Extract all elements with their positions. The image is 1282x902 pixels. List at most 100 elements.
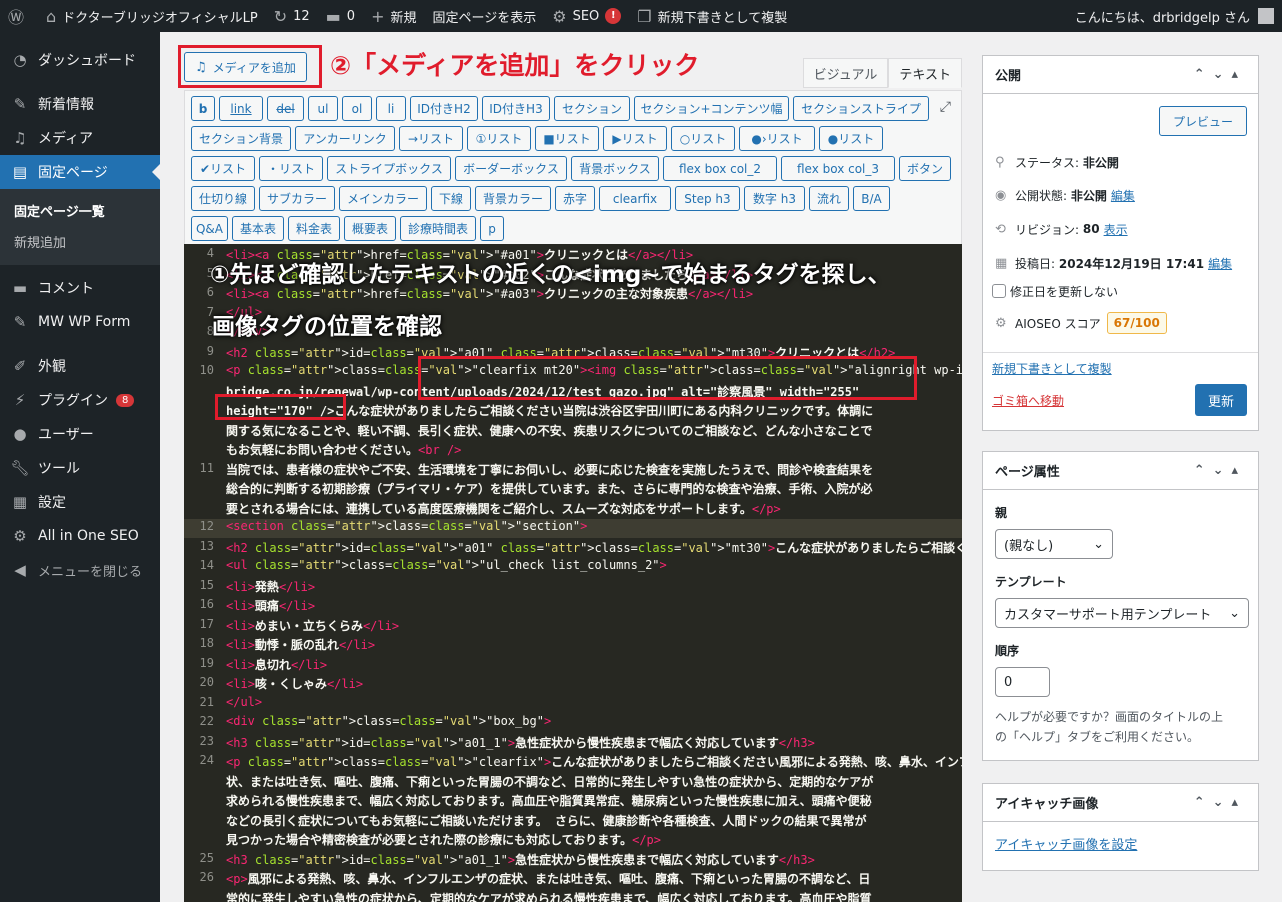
quicktag-button[interactable]: ID付きH3 (482, 96, 550, 121)
quicktag-button[interactable]: clearfix (599, 186, 671, 211)
quicktag-button[interactable]: link (219, 96, 263, 121)
seo-menu[interactable]: ⚙ SEO! (544, 0, 629, 32)
code-line[interactable]: 23 <h3 class="attr">id=class="val">"a01_1… (184, 734, 962, 753)
code-line[interactable]: 状、または吐き気、嘔吐、腹痛、下痢といった胃腸の不調など、日常的に発生しやすい急… (184, 773, 962, 792)
quicktag-button[interactable]: ▶リスト (603, 126, 667, 151)
quicktag-button[interactable]: p (480, 216, 504, 241)
wordpress-logo[interactable]: Ⓦ (0, 0, 38, 32)
menu-users[interactable]: ● ユーザー (0, 417, 160, 451)
edit-visibility-link[interactable]: 編集 (1111, 187, 1135, 204)
quicktag-button[interactable]: セクションストライプ (793, 96, 929, 121)
quicktag-button[interactable]: メインカラー (339, 186, 427, 211)
order-input[interactable]: 0 (995, 667, 1050, 697)
quicktag-button[interactable]: ■リスト (535, 126, 599, 151)
code-line[interactable]: などの長引く症状についてもお気軽にご相談いただけます。 さらに、健康診断や各種検… (184, 812, 962, 831)
tab-text[interactable]: テキスト (888, 58, 962, 88)
duplicate-draft-link[interactable]: ❐ 新規下書きとして複製 (629, 0, 795, 32)
code-line[interactable]: 関する気になることや、軽い不調、長引く症状、健康への不安、疾患リスクについてのご… (184, 422, 962, 441)
quicktag-button[interactable]: 背景カラー (475, 186, 551, 211)
code-line[interactable]: 21 </ul> (184, 695, 962, 714)
quicktag-button[interactable]: Q&A (191, 216, 228, 241)
quicktag-button[interactable]: →リスト (399, 126, 463, 151)
code-line[interactable]: 13 <h2 class="attr">id=class="val">"a01" … (184, 539, 962, 558)
quicktag-button[interactable]: 基本表 (232, 216, 284, 241)
updates-link[interactable]: ↻ 12 (266, 0, 318, 32)
code-line[interactable]: 求められる慢性疾患まで、幅広く対応しております。高血圧や脂質異常症、糖尿病といっ… (184, 792, 962, 811)
set-featured-image-link[interactable]: アイキャッチ画像を設定 (995, 838, 1137, 853)
quicktag-button[interactable]: 赤字 (555, 186, 595, 211)
quicktag-button[interactable]: セクション背景 (191, 126, 291, 151)
code-line[interactable]: 26 <p>風邪による発熱、咳、鼻水、インフルエンザの症状、または吐き気、嘔吐、腹… (184, 870, 962, 889)
quicktag-button[interactable]: ・リスト (259, 156, 323, 181)
menu-media[interactable]: ♫ メディア (0, 121, 160, 155)
comments-link[interactable]: ▬ 0 (318, 0, 363, 32)
quicktag-button[interactable]: b (191, 96, 215, 121)
quicktag-button[interactable]: ●リスト (819, 126, 883, 151)
quicktag-button[interactable]: ol (342, 96, 372, 121)
quicktag-button[interactable]: ボーダーボックス (455, 156, 567, 181)
menu-comments[interactable]: ▬ コメント (0, 271, 160, 305)
panel-controls[interactable]: ⌃⌄▴ (1194, 463, 1246, 478)
code-line[interactable]: 17 <li>めまい・立ちくらみ</li> (184, 617, 962, 636)
quicktag-button[interactable]: 料金表 (288, 216, 340, 241)
quicktag-button[interactable]: 仕切り線 (191, 186, 255, 211)
code-line[interactable]: 総合的に判断する初期診療（プライマリ・ケア）を提供しています。また、さらに専門的… (184, 480, 962, 499)
quicktag-button[interactable]: 数字 h3 (744, 186, 805, 211)
quicktag-button[interactable]: B/A (853, 186, 890, 211)
parent-select[interactable]: (親なし) ⌄ (995, 529, 1113, 559)
code-line[interactable]: 見つかった場合や精密検査が必要とされた際の診療にも対応しております。</p> (184, 831, 962, 850)
quicktag-button[interactable]: flex box col_2 (663, 156, 777, 181)
code-editor[interactable]: 4 <li><a class="attr">href=class="val">"#… (184, 244, 962, 902)
fullscreen-icon[interactable]: ⤢ (940, 99, 951, 115)
view-page-link[interactable]: 固定ページを表示 (424, 0, 544, 32)
quicktag-button[interactable]: 流れ (809, 186, 849, 211)
template-select[interactable]: カスタマーサポート用テンプレート ⌄ (995, 598, 1249, 628)
code-line[interactable]: 常的に発生しやすい急性の症状から、定期的なケアが求められる慢性疾患まで、幅広く対… (184, 890, 962, 902)
panel-controls[interactable]: ⌃⌄▴ (1194, 67, 1246, 82)
trash-link[interactable]: ゴミ箱へ移動 (992, 392, 1064, 409)
quicktag-button[interactable]: ✔リスト (191, 156, 255, 181)
menu-appearance[interactable]: ✐ 外観 (0, 349, 160, 383)
menu-plugins[interactable]: ⚡ プラグイン 8 (0, 383, 160, 417)
aioseo-score[interactable]: 67/100 (1106, 312, 1167, 334)
code-line[interactable]: 24 <p class="attr">class=class="val">"cle… (184, 753, 962, 772)
quicktag-button[interactable]: Step h3 (675, 186, 740, 211)
preview-button[interactable]: プレビュー (1159, 106, 1247, 136)
quicktag-button[interactable]: 下線 (431, 186, 471, 211)
code-line[interactable]: 12 <section class="attr">class=class="val… (184, 519, 962, 538)
duplicate-draft-link[interactable]: 新規下書きとして複製 (992, 360, 1112, 377)
tab-visual[interactable]: ビジュアル (802, 58, 889, 88)
menu-settings[interactable]: ▦ 設定 (0, 485, 160, 519)
quicktag-button[interactable]: 背景ボックス (571, 156, 659, 181)
code-line[interactable]: 16 <li>頭痛</li> (184, 597, 962, 616)
quicktag-button[interactable]: ul (308, 96, 338, 121)
quicktag-button[interactable]: ○リスト (671, 126, 735, 151)
menu-pages[interactable]: ▤ 固定ページ (0, 155, 160, 189)
quicktag-button[interactable]: セクション (554, 96, 630, 121)
edit-date-link[interactable]: 編集 (1208, 255, 1232, 272)
menu-dashboard[interactable]: ◔ ダッシュボード (0, 43, 160, 77)
quicktag-button[interactable]: ボタン (899, 156, 951, 181)
submenu-add-new[interactable]: 新規追加 (0, 226, 160, 257)
my-account[interactable]: こんにちは、drbridgelp さん (1075, 7, 1282, 26)
quicktag-button[interactable]: アンカーリンク (295, 126, 395, 151)
code-line[interactable]: 25 <h3 class="attr">id=class="val">"a01_1… (184, 851, 962, 870)
collapse-menu-button[interactable]: ◀ メニューを閉じる (0, 553, 160, 587)
menu-mw-wp-form[interactable]: ✎ MW WP Form (0, 305, 160, 339)
quicktag-button[interactable]: セクション+コンテンツ幅 (634, 96, 789, 121)
code-line[interactable]: もお気軽にお問い合わせください。<br /> (184, 441, 962, 460)
quicktag-button[interactable]: ●›リスト (739, 126, 815, 151)
code-line[interactable]: 11 当院では、患者様の症状やご不安、生活環境を丁寧にお伺いし、必要に応じた検査を… (184, 461, 962, 480)
quicktag-button[interactable]: ストライプボックス (327, 156, 451, 181)
code-line[interactable]: 要とされる場合には、連携している高度医療機関をご紹介し、スムーズな対応をサポート… (184, 500, 962, 519)
code-line[interactable]: 22 <div class="attr">class=class="val">"b… (184, 714, 962, 733)
quicktag-button[interactable]: flex box col_3 (781, 156, 895, 181)
submenu-all-pages[interactable]: 固定ページ一覧 (0, 195, 160, 226)
menu-news[interactable]: ✎ 新着情報 (0, 87, 160, 121)
quicktag-button[interactable]: 診療時間表 (400, 216, 476, 241)
code-line[interactable]: 19 <li>息切れ</li> (184, 656, 962, 675)
menu-tools[interactable]: 🔧︎ ツール (0, 451, 160, 485)
quicktag-button[interactable]: ID付きH2 (410, 96, 478, 121)
quicktag-button[interactable]: del (267, 96, 304, 121)
code-line[interactable]: 18 <li>動悸・脈の乱れ</li> (184, 636, 962, 655)
